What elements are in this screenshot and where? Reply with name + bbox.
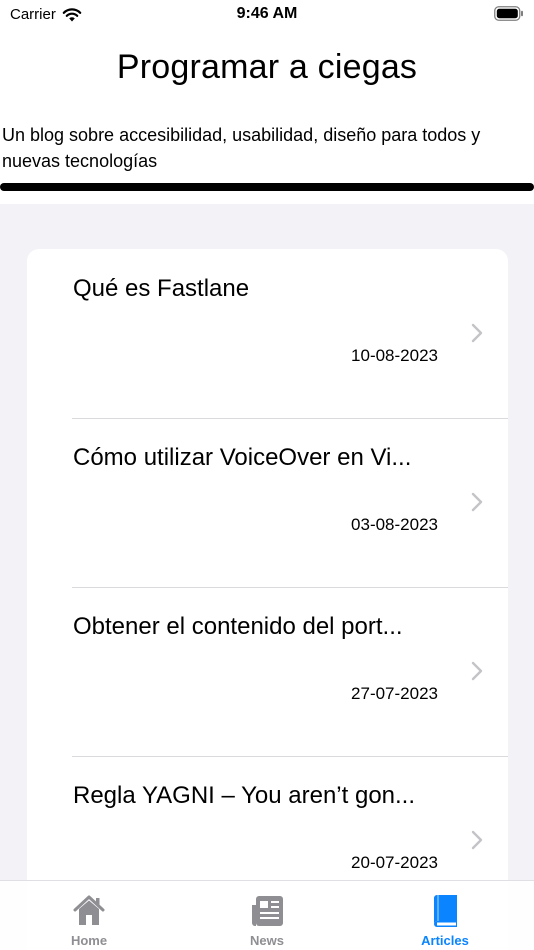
- book-icon: [434, 895, 457, 927]
- chevron-right-icon: [471, 830, 483, 850]
- article-title: Qué es Fastlane: [73, 275, 250, 302]
- app-screen: Carrier 9:46 AM Programar a ciegas Un bl…: [0, 0, 534, 950]
- chevron-right-icon: [471, 492, 483, 512]
- article-row[interactable]: Cómo utilizar VoiceOver en Vi... 03-08-2…: [27, 418, 508, 587]
- tab-label: Articles: [421, 933, 469, 948]
- article-date: 10-08-2023: [351, 346, 438, 365]
- article-date: 27-07-2023: [351, 684, 438, 703]
- house-icon: [73, 895, 105, 925]
- header-divider: [0, 183, 534, 191]
- article-date: 20-07-2023: [351, 853, 438, 872]
- tab-articles[interactable]: Articles: [356, 881, 534, 950]
- chevron-right-icon: [471, 661, 483, 681]
- article-row[interactable]: Qué es Fastlane 10-08-2023: [27, 249, 508, 418]
- article-title: Regla YAGNI – You aren’t gon...: [73, 782, 416, 809]
- article-row[interactable]: Obtener el contenido del port... 27-07-2…: [27, 587, 508, 756]
- tab-label: News: [250, 933, 284, 948]
- tab-news[interactable]: News: [178, 881, 356, 950]
- chevron-right-icon: [471, 323, 483, 343]
- status-bar: Carrier 9:46 AM: [0, 0, 534, 30]
- articles-list: Qué es Fastlane 10-08-2023 Cómo utilizar…: [27, 249, 508, 950]
- page-title: Programar a ciegas: [116, 48, 418, 86]
- page-subtitle: Un blog sobre accesibilidad, usabilidad,…: [2, 125, 481, 171]
- article-title: Obtener el contenido del port...: [73, 613, 403, 640]
- status-time: 9:46 AM: [236, 5, 298, 22]
- newspaper-icon: [252, 896, 283, 926]
- articles-content: Qué es Fastlane 10-08-2023 Cómo utilizar…: [0, 204, 534, 950]
- tab-label: Home: [70, 933, 108, 948]
- article-date: 03-08-2023: [351, 515, 438, 534]
- tab-home[interactable]: Home: [0, 881, 178, 950]
- tab-bar: Home News Articles: [0, 880, 534, 950]
- article-title: Cómo utilizar VoiceOver en Vi...: [73, 444, 412, 471]
- battery-icon: [494, 6, 523, 21]
